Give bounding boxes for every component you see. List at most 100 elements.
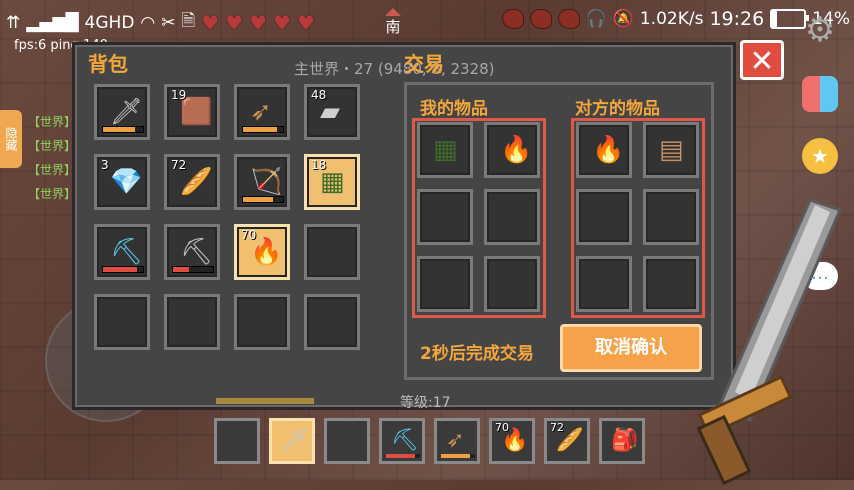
mute-icon: 🔕 [612,9,634,29]
item-slot-backpack[interactable]: 🎒 [599,418,645,464]
backpack-title: 背包 [88,52,128,76]
item-count: 72 [171,158,187,172]
document-icon: 🗎 [181,11,196,31]
signal-icon: ▂▄▆█ [26,12,79,33]
empty-slot[interactable] [304,224,360,280]
cancel-confirm-button[interactable]: 取消确认 [560,324,702,372]
compass-marker-icon [385,8,401,16]
item-slot-torch[interactable]: 🔥 [484,122,540,178]
empty-slot[interactable] [234,294,290,350]
their-items-label: 对方的物品 [575,99,660,119]
diamond-pickaxe-icon: ⛏ [391,428,419,453]
item-slot-bread[interactable]: 🥖 72 [544,418,590,464]
sword-icon: 🗡 [110,97,144,127]
torch-icon: 🔥 [500,135,533,165]
empty-slot[interactable] [94,294,150,350]
item-slot-green-crate[interactable]: ▦ 18 [304,154,360,210]
empty-slot[interactable] [304,294,360,350]
notification-icon: ⇈ [6,12,21,33]
durability-bar [102,266,144,273]
wifi-icon: ◠ [140,12,156,33]
empty-slot[interactable] [417,256,473,312]
item-slot-bread[interactable]: 🥖 72 [164,154,220,210]
item-slot-diamond-pickaxe[interactable]: ⛏ [94,224,150,280]
status-bar: ⇈ ▂▄▆█ 4GHD ◠ ✂ 🗎 ♥ ♥ ♥ ♥ ♥ 🎧 🔕 1.02K/s … [0,0,854,40]
diamond-icon: 💎 [110,167,143,197]
item-slot-sword[interactable]: 🗡 [94,84,150,140]
player-level: 等级:17 [400,395,451,411]
bow-icon: 🏹 [250,167,283,197]
compass: 南 [385,8,401,37]
heart-icon: ♥ [273,10,291,35]
empty-slot[interactable] [417,189,473,245]
held-sword-icon [696,200,843,486]
trade-countdown: 2秒后完成交易 [420,344,534,364]
item-slot-arrows[interactable]: ➶ [434,418,480,464]
empty-slot[interactable] [576,256,632,312]
close-button[interactable]: ✕ [740,40,784,80]
settings-gear-icon[interactable]: ⚙ [802,12,838,48]
empty-slot[interactable] [576,189,632,245]
item-slot-torch[interactable]: 🔥 [576,122,632,178]
item-slot-iron-ingot[interactable]: ▰ 48 [304,84,360,140]
green-crate-icon: ▦ [433,135,458,165]
empty-slot[interactable] [164,294,220,350]
item-slot-torch[interactable]: 🔥 70 [489,418,535,464]
empty-slot[interactable] [484,189,540,245]
item-slot-torch[interactable]: 🔥 70 [234,224,290,280]
hunger-icon [557,9,580,29]
heart-icon: ♥ [296,10,315,35]
heart-icon: ♥ [249,10,267,35]
headphones-icon: 🎧 [585,9,607,29]
item-count: 3 [101,158,109,172]
clock: 19:26 [709,8,765,30]
hide-chat-button[interactable]: 隐藏 [0,110,22,168]
trade-title: 交易 [404,52,444,76]
empty-slot[interactable] [484,256,540,312]
diamond-pickaxe-icon: ⛏ [110,237,144,267]
compass-direction: 南 [385,18,401,36]
heart-icon: ♥ [201,10,220,35]
world-info: 主世界・27 (9480, 8, 2328) [294,60,495,78]
achievement-star-icon[interactable]: ★ [802,138,838,174]
item-slot-arrows[interactable]: ➶ [234,84,290,140]
heart-icon: ♥ [225,10,244,35]
durability-bar [172,266,214,273]
durability-bar [242,126,284,133]
durability-bar [242,196,284,203]
item-slot-diamond-pickaxe[interactable]: ⛏ [379,418,425,464]
battery-icon [770,9,810,29]
item-count: 70 [241,228,257,242]
item-count: 18 [311,158,327,172]
backpack-icon: 🎒 [611,428,639,453]
item-slot-green-crate[interactable]: ▦ [417,122,473,178]
net-speed: 1.02K/s [639,9,704,29]
sword-icon: 🗡 [281,428,309,453]
item-slot-wood-crate[interactable]: ▤ [643,122,699,178]
iron-pickaxe-icon: ⛏ [180,237,214,267]
network-type: 4GHD [84,12,135,33]
hunger-icon [501,9,524,29]
empty-slot[interactable] [324,418,370,464]
item-slot-bow[interactable]: 🏹 [234,154,290,210]
tools-icon: ✂ [161,12,176,33]
item-slot-leather[interactable]: 🟫 19 [164,84,220,140]
arrows-icon: ➶ [446,428,465,453]
item-count: 19 [171,88,187,102]
item-slot-iron-pickaxe[interactable]: ⛏ [164,224,220,280]
item-count: 70 [495,421,509,434]
item-count: 72 [550,421,564,434]
xp-bar [216,398,314,404]
friends-icon[interactable] [802,76,838,112]
torch-icon: 🔥 [592,135,625,165]
my-items-label: 我的物品 [420,99,488,119]
item-slot-sword[interactable]: 🗡 [269,418,315,464]
hunger-icon [529,9,552,29]
item-slot-diamond[interactable]: 💎 3 [94,154,150,210]
durability-bar [386,454,420,458]
item-count: 48 [311,88,327,102]
durability-bar [102,126,144,133]
empty-slot[interactable] [214,418,260,464]
wood-crate-icon: ▤ [659,135,684,165]
durability-bar [441,454,475,458]
